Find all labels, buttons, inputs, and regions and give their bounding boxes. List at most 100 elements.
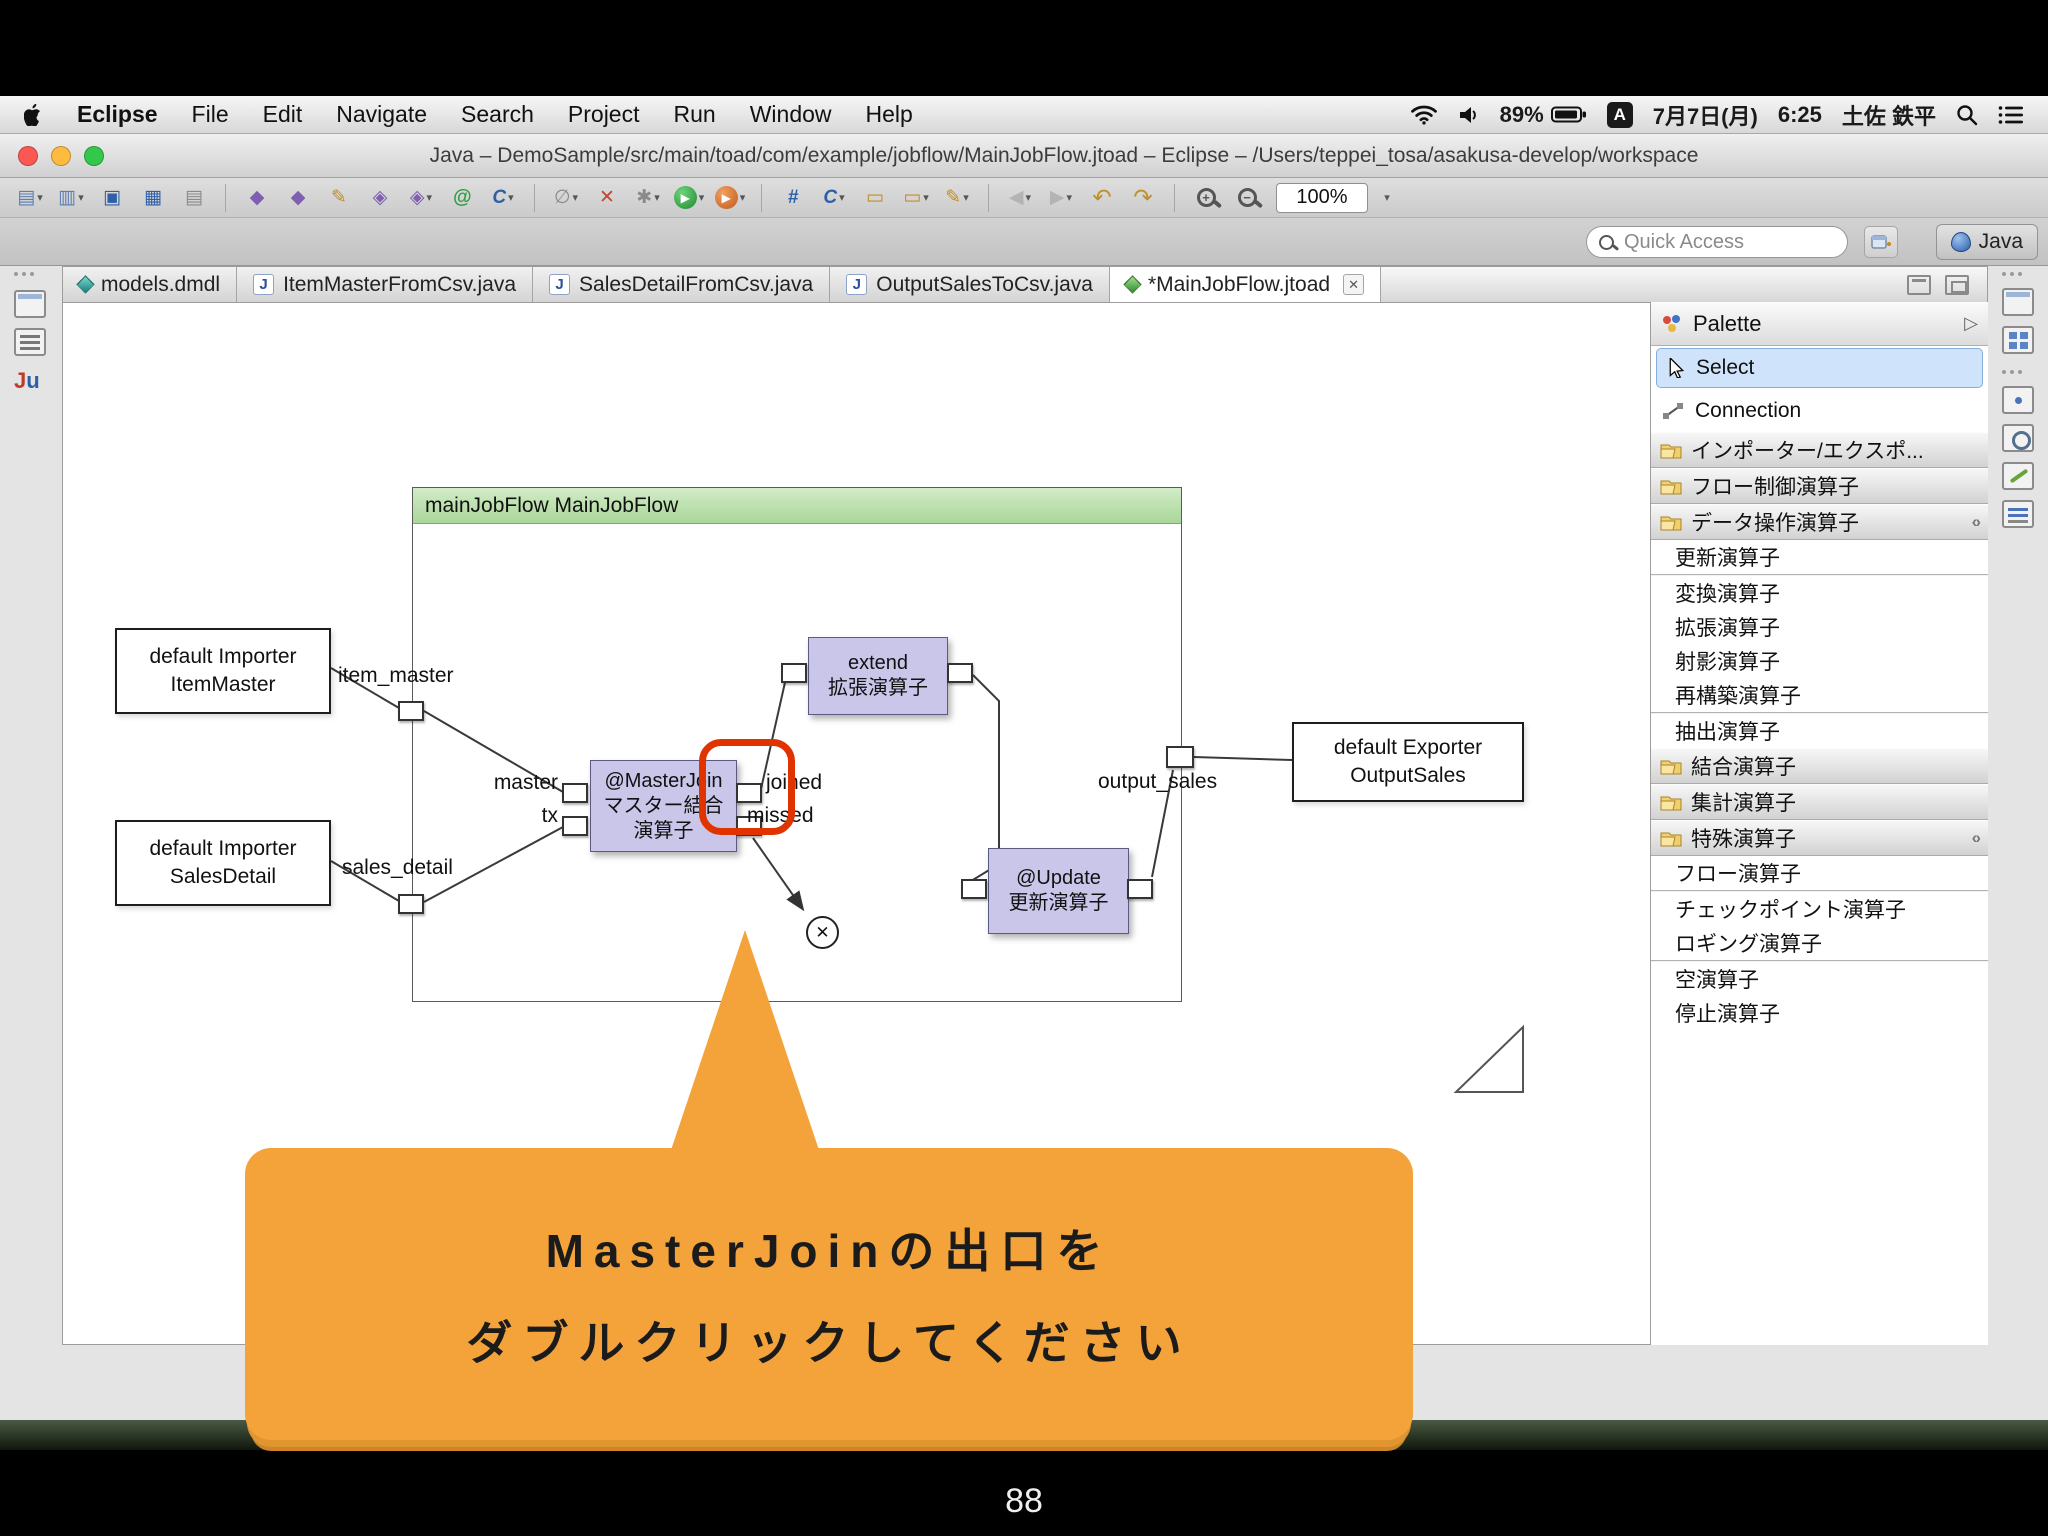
annotation-icon[interactable]: @ xyxy=(444,183,480,213)
palette-item-extract-op[interactable]: 抽出演算子 xyxy=(1651,714,1988,748)
back-history-icon[interactable]: ◀ xyxy=(1002,183,1038,213)
zoom-level-caret[interactable] xyxy=(1373,183,1399,213)
node-update[interactable]: @Update 更新演算子 xyxy=(988,848,1129,934)
menu-navigate[interactable]: Navigate xyxy=(336,101,427,128)
palette-item-flow-op[interactable]: フロー演算子 xyxy=(1651,856,1988,890)
palette-header[interactable]: Palette ▷ xyxy=(1651,302,1988,346)
rail-grip-dots[interactable] xyxy=(2002,370,2034,374)
javadoc-view-icon[interactable] xyxy=(2002,424,2034,452)
palette-tool-connection[interactable]: Connection xyxy=(1651,390,1988,432)
menu-time[interactable]: 6:25 xyxy=(1778,102,1822,128)
restore-views-icon[interactable] xyxy=(14,290,46,318)
palette-item-restructure-op[interactable]: 再構築演算子 xyxy=(1651,678,1988,712)
rail-grip-dots[interactable] xyxy=(14,272,46,276)
new-wizard-icon[interactable]: ▥ xyxy=(53,183,89,213)
palette-item-project-op[interactable]: 射影演算子 xyxy=(1651,644,1988,678)
menu-help[interactable]: Help xyxy=(866,101,913,128)
palette-group-join-operators[interactable]: 結合演算子 xyxy=(1651,748,1988,784)
tab-models-dmdl[interactable]: models.dmdl xyxy=(63,267,238,302)
palette-item-empty-op[interactable]: 空演算子 xyxy=(1651,962,1988,996)
volume-icon[interactable] xyxy=(1458,105,1480,125)
node-extend[interactable]: extend 拡張演算子 xyxy=(808,637,948,715)
tab-itemmasterfromcsv[interactable]: J ItemMasterFromCsv.java xyxy=(237,267,534,302)
rail-grip-dots[interactable] xyxy=(2002,272,2034,276)
tab-mainjobflow-active[interactable]: *MainJobFlow.jtoad ✕ xyxy=(1109,267,1382,302)
clear-console-icon[interactable]: ✕ xyxy=(589,183,625,213)
zoom-level-select[interactable]: 100% xyxy=(1276,182,1368,213)
tab-outputsalestocsv[interactable]: J OutputSalesToCsv.java xyxy=(830,267,1110,302)
declaration-view-icon[interactable] xyxy=(2002,462,2034,490)
apple-menu-icon[interactable] xyxy=(24,103,43,126)
minimize-window-button[interactable] xyxy=(51,146,71,166)
run-icon[interactable]: ▶ xyxy=(671,183,707,213)
port-update-in[interactable] xyxy=(961,879,987,899)
port-extend-in[interactable] xyxy=(781,663,807,683)
palette-item-update-op[interactable]: 更新演算子 xyxy=(1651,540,1988,574)
zoom-in-icon[interactable] xyxy=(1188,183,1224,213)
wifi-icon[interactable] xyxy=(1410,104,1438,125)
menu-date[interactable]: 7月7日(月) xyxy=(1653,99,1758,131)
menu-edit[interactable]: Edit xyxy=(263,101,303,128)
drawer-pin-icon[interactable]: ‹› xyxy=(1972,828,1981,848)
port-frame-output-sales[interactable] xyxy=(1166,746,1194,768)
save-icon[interactable]: ▣ xyxy=(94,183,130,213)
palette-group-special-operators[interactable]: 特殊演算子 ‹› xyxy=(1651,820,1988,856)
skip-breakpoints-icon[interactable]: ∅ xyxy=(548,183,584,213)
menu-user[interactable]: 土佐 鉄平 xyxy=(1842,99,1936,131)
menu-file[interactable]: File xyxy=(192,101,229,128)
restore-views-icon[interactable] xyxy=(2002,288,2034,316)
palette-item-checkpoint-op[interactable]: チェックポイント演算子 xyxy=(1651,892,1988,926)
zoom-out-icon[interactable] xyxy=(1229,183,1265,213)
undo-icon[interactable]: ↶ xyxy=(1084,183,1120,213)
save-all-icon[interactable]: ▦ xyxy=(135,183,171,213)
port-frame-sales-detail[interactable] xyxy=(398,894,424,914)
port-masterjoin-master-in[interactable] xyxy=(562,783,588,803)
battery-status[interactable]: 89% xyxy=(1500,102,1587,128)
outline-view-icon[interactable] xyxy=(2002,326,2034,354)
input-source-icon[interactable]: A xyxy=(1606,101,1633,128)
debug-icon[interactable]: ▶ xyxy=(712,183,748,213)
maximize-icon[interactable] xyxy=(1945,274,1969,295)
search-edit-icon[interactable]: ✎ xyxy=(321,183,357,213)
palette-expand-icon[interactable]: ▷ xyxy=(1964,313,1978,334)
node-item-master-importer[interactable]: default Importer ItemMaster xyxy=(115,628,331,714)
forward-history-icon[interactable]: ▶ xyxy=(1043,183,1079,213)
open-resource-icon[interactable]: ▭ xyxy=(898,183,934,213)
palette-item-convert-op[interactable]: 変換演算子 xyxy=(1651,576,1988,610)
zoom-window-button[interactable] xyxy=(84,146,104,166)
palette-group-flow-control[interactable]: フロー制御演算子 xyxy=(1651,468,1988,504)
console-view-icon[interactable] xyxy=(2002,500,2034,528)
junit-view-icon[interactable]: Ju xyxy=(14,368,46,394)
export-graph-icon[interactable]: ◆ xyxy=(280,183,316,213)
node-output-sales-exporter[interactable]: default Exporter OutputSales xyxy=(1292,722,1524,802)
node-sales-detail-importer[interactable]: default Importer SalesDetail xyxy=(115,820,331,906)
palette-item-extend-op[interactable]: 拡張演算子 xyxy=(1651,610,1988,644)
drawer-pin-icon[interactable]: ‹› xyxy=(1972,512,1981,532)
notification-list-icon[interactable] xyxy=(1998,105,2024,125)
menu-search[interactable]: Search xyxy=(461,101,534,128)
palette-group-importer-exporter[interactable]: インポーター/エクスポ... xyxy=(1651,432,1988,468)
port-update-out[interactable] xyxy=(1127,879,1153,899)
menu-project[interactable]: Project xyxy=(568,101,640,128)
open-perspective-icon[interactable] xyxy=(1864,226,1898,258)
jobflow-frame-header[interactable]: mainJobFlow MainJobFlow xyxy=(413,488,1181,524)
palette-item-stop-op[interactable]: 停止演算子 xyxy=(1651,996,1988,1030)
port-frame-item-master[interactable] xyxy=(398,701,424,721)
close-window-button[interactable] xyxy=(18,146,38,166)
close-tab-icon[interactable]: ✕ xyxy=(1343,274,1365,295)
menu-eclipse[interactable]: Eclipse xyxy=(77,101,158,128)
palette-group-aggregate-operators[interactable]: 集計演算子 xyxy=(1651,784,1988,820)
hierarchy-view-icon[interactable] xyxy=(14,328,46,356)
build-project-icon[interactable]: C xyxy=(485,183,521,213)
minimize-icon[interactable] xyxy=(1907,274,1931,295)
new-file-icon[interactable]: ▤ xyxy=(12,183,48,213)
import-graph-icon[interactable]: ◆ xyxy=(239,183,275,213)
redo-icon[interactable]: ↷ xyxy=(1125,183,1161,213)
window-title-bar[interactable]: Java – DemoSample/src/main/toad/com/exam… xyxy=(0,134,2048,178)
bookmarks-view-icon[interactable] xyxy=(2002,386,2034,414)
palette-item-logging-op[interactable]: ロギング演算子 xyxy=(1651,926,1988,960)
external-tools-icon[interactable]: ✱ xyxy=(630,183,666,213)
port-masterjoin-tx-in[interactable] xyxy=(562,816,588,836)
menu-run[interactable]: Run xyxy=(674,101,716,128)
java-perspective-button[interactable]: Java xyxy=(1935,224,2038,260)
